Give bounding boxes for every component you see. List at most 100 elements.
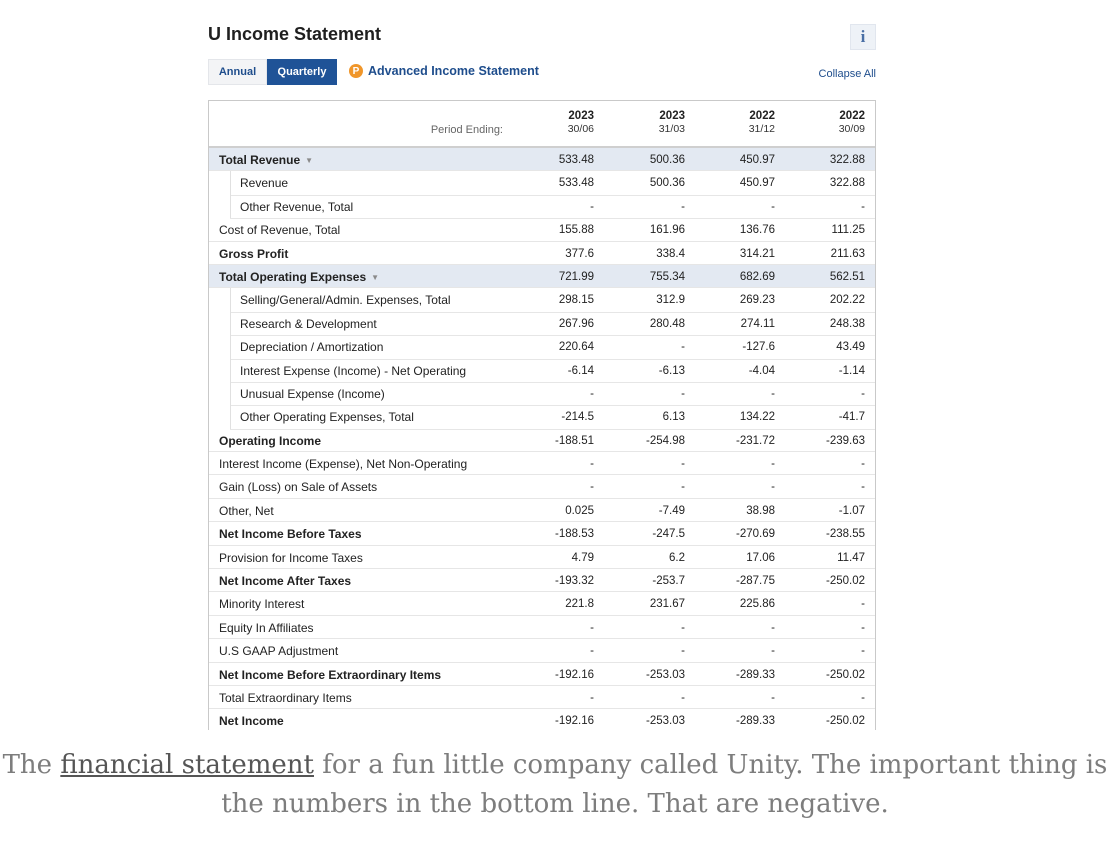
row-label: Minority Interest xyxy=(219,597,304,611)
cell-value: 755.34 xyxy=(649,270,685,283)
sub-row-divider xyxy=(230,358,231,382)
cell-value: - xyxy=(681,645,685,658)
column-date: 30/09 xyxy=(838,123,865,135)
cell-value: - xyxy=(681,200,685,213)
cell-value: 161.96 xyxy=(649,224,685,237)
advanced-income-statement-label: Advanced Income Statement xyxy=(368,64,539,78)
cell-value: 11.47 xyxy=(837,551,865,564)
cell-value: 202.22 xyxy=(829,294,865,307)
cell-value: 377.6 xyxy=(565,247,594,260)
column-year: 2023 xyxy=(659,110,685,122)
tab-quarterly[interactable]: Quarterly xyxy=(267,59,337,85)
cell-value: - xyxy=(771,645,775,658)
cell-value: 298.15 xyxy=(558,294,594,307)
cell-value: -289.33 xyxy=(735,715,775,728)
section-row[interactable]: Total Revenue ▼ 533.48 500.36 450.97 322.88 xyxy=(209,148,875,172)
row-label-text: Net Income Before Taxes xyxy=(219,527,362,542)
row-label-text: Other Operating Expenses, Total xyxy=(240,410,414,425)
cell-value: 322.88 xyxy=(829,154,865,166)
row-label: Net Income xyxy=(219,714,284,728)
sub-row-divider xyxy=(230,171,231,195)
cell-value: - xyxy=(590,691,594,704)
row-label-text: Other Revenue, Total xyxy=(240,199,354,214)
caption: The financial statement for a fun little… xyxy=(0,746,1110,824)
column-date: 30/06 xyxy=(567,123,594,135)
row-label: Interest Expense (Income) - Net Operatin… xyxy=(240,364,466,378)
cell-value: 721.99 xyxy=(558,270,594,283)
cell-value: 312.9 xyxy=(656,294,685,307)
table-row: Cost of Revenue, Total 155.88 161.96 136.76… xyxy=(209,218,875,242)
cell-value: -6.14 xyxy=(567,364,594,377)
cell-value: -214.5 xyxy=(561,411,594,424)
period-ending-label: Period Ending: xyxy=(430,124,503,136)
column-year: 2022 xyxy=(839,110,865,122)
row-label-text: Total Extraordinary Items xyxy=(219,690,352,705)
tab-annual[interactable]: Annual xyxy=(208,59,267,85)
advanced-income-statement-link[interactable]: P Advanced Income Statement xyxy=(349,64,539,78)
cell-value: 6.13 xyxy=(662,411,685,424)
chevron-down-icon[interactable]: ▼ xyxy=(371,273,379,282)
row-label-text: Interest Expense (Income) - Net Operatin… xyxy=(240,363,467,378)
caption-text-end: for a fun little company called Unity. T… xyxy=(221,750,1108,819)
row-label: Operating Income xyxy=(219,434,321,448)
cell-value: 17.06 xyxy=(746,551,775,564)
row-label: Research & Development xyxy=(240,317,377,331)
info-button[interactable]: i xyxy=(850,24,876,50)
row-label-text: Minority Interest xyxy=(219,597,305,612)
cell-value: 267.96 xyxy=(558,317,594,330)
table-row: Equity In Affiliates - - - - xyxy=(209,616,875,640)
row-label-text: Other, Net xyxy=(219,503,274,518)
row-label: Net Income Before Extraordinary Items xyxy=(219,668,441,682)
row-label-text: Net Income xyxy=(219,714,284,729)
row-label: Other Operating Expenses, Total xyxy=(240,410,414,424)
row-label-text: Selling/General/Admin. Expenses, Total xyxy=(240,293,451,308)
section-row[interactable]: Total Operating Expenses ▼ 721.99 755.34 682… xyxy=(209,264,875,289)
row-label-text: Gain (Loss) on Sale of Assets xyxy=(219,480,378,495)
cell-value: - xyxy=(771,458,775,471)
cell-value: 38.98 xyxy=(746,504,775,517)
cell-value: - xyxy=(771,691,775,704)
column-header: 2022 30/09 xyxy=(785,110,865,135)
cell-value: 225.86 xyxy=(739,598,775,611)
chevron-down-icon[interactable]: ▼ xyxy=(305,156,313,165)
cell-value: - xyxy=(590,387,594,400)
row-label: Total Operating Expenses ▼ xyxy=(219,270,379,284)
cell-value: -254.98 xyxy=(645,434,685,447)
table-row: Selling/General/Admin. Expenses, Total 29… xyxy=(209,288,875,313)
cell-value: -270.69 xyxy=(735,528,775,541)
row-label: Depreciation / Amortization xyxy=(240,340,383,354)
row-label-text: Provision for Income Taxes xyxy=(219,550,363,565)
row-label-text: Net Income After Taxes xyxy=(219,574,352,589)
column-year: 2023 xyxy=(568,110,594,122)
cell-value: - xyxy=(771,621,775,634)
cell-value: - xyxy=(590,200,594,213)
row-label-text: Total Revenue xyxy=(219,153,301,167)
cell-value: - xyxy=(861,598,865,611)
cell-value: 533.48 xyxy=(558,154,594,166)
row-label: Provision for Income Taxes xyxy=(219,551,363,565)
column-date: 31/12 xyxy=(748,123,775,135)
cell-value: 269.23 xyxy=(739,294,775,307)
cell-value: 280.48 xyxy=(649,317,685,330)
table-row: Other Revenue, Total - - - - xyxy=(209,194,875,220)
row-label: Gain (Loss) on Sale of Assets xyxy=(219,480,377,494)
cell-value: - xyxy=(771,387,775,400)
cell-value: -192.16 xyxy=(554,715,594,728)
cell-value: 231.67 xyxy=(649,598,685,611)
cell-value: 220.64 xyxy=(558,341,594,354)
table-header: Period Ending: 2023 30/06 2023 31/03 202… xyxy=(209,101,875,148)
table-row: Interest Income (Expense), Net Non-Opera… xyxy=(209,452,875,476)
row-label: Equity In Affiliates xyxy=(219,621,314,635)
cell-value: 221.8 xyxy=(565,598,594,611)
sub-row-divider xyxy=(230,311,231,336)
table-row: Total Extraordinary Items - - - - xyxy=(209,686,875,710)
cell-value: 338.4 xyxy=(656,247,685,260)
table-row: U.S GAAP Adjustment - - - - xyxy=(209,639,875,663)
row-label: Selling/General/Admin. Expenses, Total xyxy=(240,293,451,307)
collapse-all-link[interactable]: Collapse All xyxy=(819,68,876,80)
row-label-text: Operating Income xyxy=(219,433,322,448)
cell-value: -250.02 xyxy=(825,668,865,681)
table-row: Other Operating Expenses, Total -214.5 6.1… xyxy=(209,405,875,430)
financial-statement-link[interactable]: financial statement xyxy=(60,750,314,780)
cell-value: - xyxy=(590,458,594,471)
